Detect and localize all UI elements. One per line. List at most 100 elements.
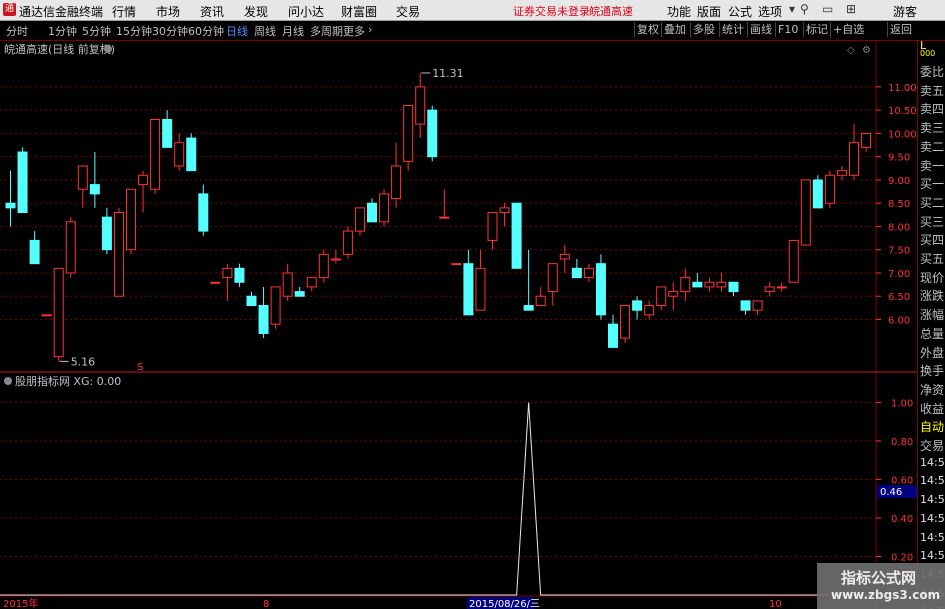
tab-weekly[interactable]: 周线 bbox=[254, 23, 276, 39]
candle[interactable] bbox=[198, 184, 209, 236]
formula-button[interactable]: 公式 bbox=[728, 3, 752, 20]
back-button[interactable]: 返回 bbox=[887, 22, 914, 37]
candle[interactable] bbox=[836, 165, 847, 180]
xg-indicator-line[interactable] bbox=[0, 402, 876, 596]
candle[interactable] bbox=[571, 259, 582, 279]
candle[interactable] bbox=[716, 272, 727, 292]
candle[interactable] bbox=[391, 142, 402, 208]
statistics-button[interactable]: 统计 bbox=[719, 22, 746, 37]
menu-trade[interactable]: 交易 bbox=[396, 3, 420, 20]
tab-monthly[interactable]: 月线 bbox=[282, 23, 304, 39]
grid-icon[interactable]: ⊞ bbox=[846, 2, 856, 16]
tab-daily[interactable]: 日线 bbox=[226, 23, 248, 39]
candle[interactable] bbox=[162, 110, 173, 148]
candle[interactable] bbox=[354, 207, 365, 236]
add-watchlist-button[interactable]: +自选 bbox=[830, 22, 866, 37]
tab-1min[interactable]: 1分钟 bbox=[48, 23, 77, 39]
candle[interactable] bbox=[764, 282, 775, 297]
dropdown-arrow-icon[interactable]: ▾ bbox=[789, 2, 795, 16]
overlay-button[interactable]: 叠加 bbox=[661, 22, 688, 37]
f10-button[interactable]: F10 bbox=[775, 22, 800, 37]
options-button[interactable]: 选项 bbox=[758, 3, 782, 20]
candle[interactable] bbox=[704, 277, 715, 292]
candle[interactable] bbox=[150, 118, 161, 194]
menu-wealth-circle[interactable]: 财富圈 bbox=[341, 3, 377, 20]
settings-gear-icon[interactable]: ⚙ bbox=[862, 45, 871, 56]
caption-menu-icon[interactable] bbox=[104, 45, 112, 53]
candle[interactable] bbox=[511, 202, 522, 269]
candle[interactable] bbox=[499, 203, 510, 227]
candle[interactable] bbox=[5, 170, 16, 227]
candle[interactable] bbox=[282, 263, 293, 301]
candle[interactable] bbox=[523, 249, 534, 311]
candle[interactable] bbox=[788, 239, 799, 283]
candle[interactable] bbox=[367, 198, 377, 223]
function-button[interactable]: 功能 bbox=[667, 3, 691, 20]
candle[interactable] bbox=[427, 105, 438, 162]
candle[interactable] bbox=[113, 207, 124, 297]
chevron-right-icon[interactable]: › bbox=[368, 23, 372, 36]
chart-area[interactable]: 11.00 10.50 10.00 9.50 9.00 8.50 8.00 7.50 7.00 6… bbox=[0, 41, 917, 609]
candle[interactable] bbox=[246, 291, 257, 307]
candle[interactable] bbox=[415, 72, 426, 139]
candle[interactable] bbox=[379, 189, 390, 227]
candle[interactable] bbox=[547, 263, 558, 306]
candle[interactable] bbox=[403, 105, 414, 171]
tab-15min[interactable]: 15分钟 bbox=[116, 23, 152, 39]
candle[interactable] bbox=[17, 147, 28, 213]
candle[interactable] bbox=[620, 305, 631, 343]
candle[interactable] bbox=[234, 263, 245, 287]
draw-line-button[interactable]: 画线 bbox=[747, 22, 774, 37]
candle[interactable] bbox=[222, 263, 233, 301]
candle[interactable] bbox=[535, 286, 546, 307]
candle[interactable] bbox=[306, 277, 317, 292]
menu-market[interactable]: 市场 bbox=[156, 3, 180, 20]
layout-button[interactable]: 版面 bbox=[697, 3, 721, 20]
tab-more[interactable]: 更多 bbox=[343, 23, 365, 39]
candle[interactable] bbox=[487, 212, 498, 250]
menu-quotes[interactable]: 行情 bbox=[112, 3, 136, 20]
candle[interactable] bbox=[330, 249, 341, 264]
candle[interactable] bbox=[824, 170, 835, 208]
tab-5min[interactable]: 5分钟 bbox=[82, 23, 111, 39]
candle[interactable] bbox=[270, 286, 281, 329]
candle[interactable] bbox=[849, 124, 859, 180]
candle[interactable] bbox=[126, 188, 136, 255]
candle[interactable] bbox=[595, 254, 606, 320]
candle[interactable] bbox=[53, 267, 64, 362]
candle[interactable] bbox=[692, 272, 703, 288]
candle[interactable] bbox=[463, 249, 474, 316]
candle[interactable] bbox=[65, 217, 76, 278]
candle[interactable] bbox=[475, 249, 486, 311]
candle[interactable] bbox=[210, 281, 221, 284]
candle[interactable] bbox=[740, 300, 751, 315]
mark-button[interactable]: 标记 bbox=[803, 22, 830, 37]
candle[interactable] bbox=[258, 286, 269, 339]
candle[interactable] bbox=[174, 133, 185, 171]
menu-news[interactable]: 资讯 bbox=[200, 3, 224, 20]
indicator-menu-icon[interactable] bbox=[4, 377, 12, 385]
candle[interactable] bbox=[318, 249, 329, 283]
candle[interactable] bbox=[186, 133, 197, 172]
menu-ask-xiaoda[interactable]: 问小达 bbox=[288, 3, 324, 20]
candle[interactable] bbox=[342, 226, 353, 260]
guest-label[interactable]: 游客 bbox=[893, 3, 917, 20]
chat-icon[interactable]: ▭ bbox=[822, 2, 833, 16]
diamond-icon[interactable]: ◇ bbox=[847, 45, 855, 56]
tab-30min[interactable]: 30分钟 bbox=[152, 23, 188, 39]
candle[interactable] bbox=[294, 286, 305, 297]
candle[interactable] bbox=[101, 207, 112, 255]
candle[interactable] bbox=[680, 268, 691, 301]
tab-60min[interactable]: 60分钟 bbox=[188, 23, 224, 39]
candle[interactable] bbox=[728, 281, 739, 297]
tab-intraday[interactable]: 分时 bbox=[6, 23, 28, 39]
candle[interactable] bbox=[752, 300, 763, 315]
candle[interactable] bbox=[668, 282, 679, 311]
candle[interactable] bbox=[800, 179, 811, 246]
menu-discover[interactable]: 发现 bbox=[244, 3, 268, 20]
candle[interactable] bbox=[632, 296, 643, 320]
tab-multi-period[interactable]: 多周期 bbox=[310, 23, 343, 39]
candle[interactable] bbox=[656, 286, 667, 311]
candle[interactable] bbox=[451, 263, 462, 266]
candle[interactable] bbox=[583, 263, 594, 283]
